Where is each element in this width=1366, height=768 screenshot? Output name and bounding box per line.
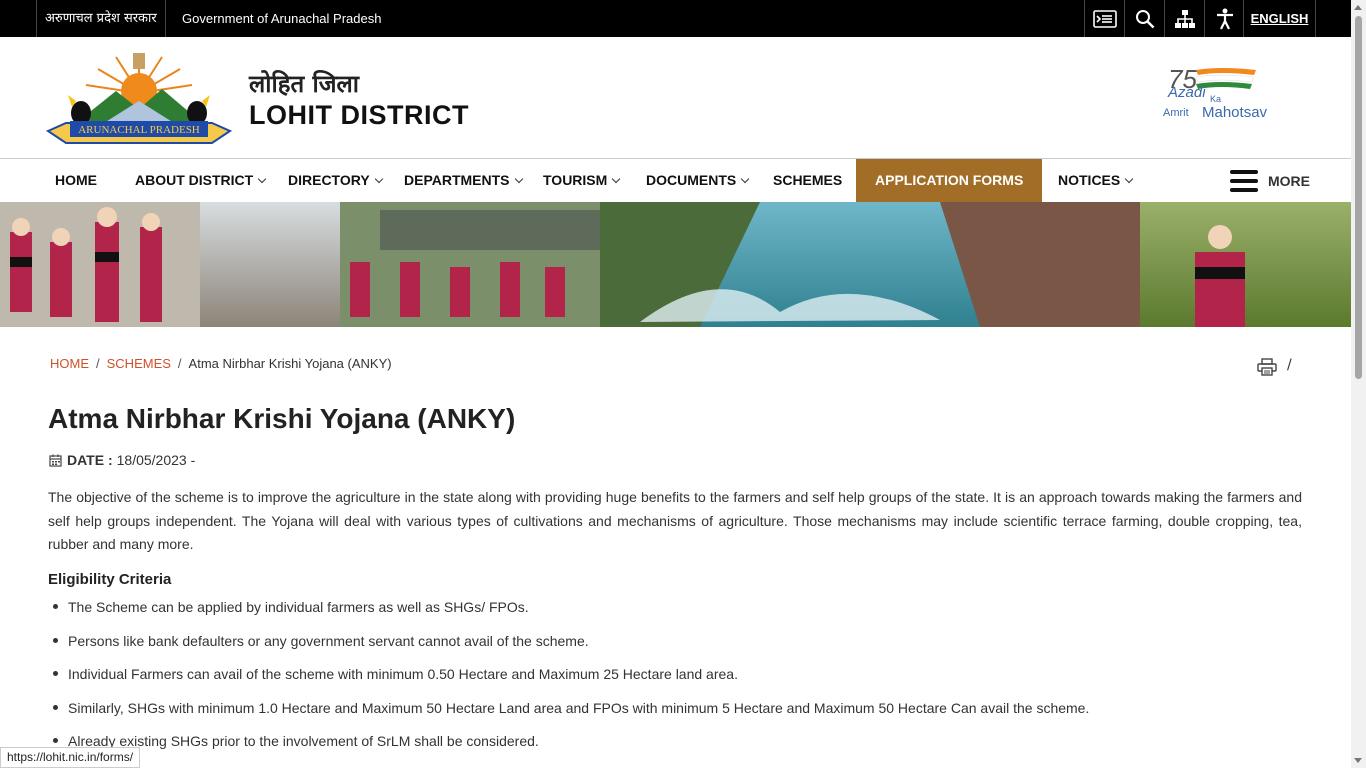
list-item: Persons like bank defaulters or any gove… (48, 631, 1308, 665)
mahotsav-text: Mahotsav (1202, 104, 1268, 121)
breadcrumb-separator: / (177, 356, 182, 371)
nav-schemes[interactable]: SCHEMES (773, 159, 842, 202)
nav-departments[interactable]: DEPARTMENTS (404, 159, 523, 202)
link-status-bar: https://lohit.nic.in/forms/ (0, 747, 141, 768)
eligibility-list: The Scheme can be applied by individual … (48, 597, 1308, 765)
sitemap-icon[interactable] (1164, 0, 1204, 37)
hamburger-icon (1230, 169, 1258, 192)
district-name-hindi: लोहित जिला (249, 70, 359, 98)
top-bar: अरुणाचल प्रदेश सरकार Government of Aruna… (0, 0, 1351, 37)
main-navigation: HOME ABOUT DISTRICT DIRECTORY DEPARTMENT… (0, 158, 1351, 202)
gov-english-link[interactable]: Government of Arunachal Pradesh (182, 0, 381, 37)
gov-hindi-link[interactable]: अरुणाचल प्रदेश सरकार (36, 0, 166, 37)
eligibility-heading: Eligibility Criteria (48, 571, 172, 588)
page-scrollbar[interactable] (1351, 0, 1366, 768)
date-label: DATE : (67, 452, 113, 468)
arunachal-emblem-logo[interactable]: ARUNACHAL PRADESH (45, 51, 233, 151)
nav-directory[interactable]: DIRECTORY (288, 159, 383, 202)
skip-to-content-icon[interactable] (1084, 0, 1124, 37)
district-name-english: LOHIT DISTRICT (249, 100, 469, 130)
nav-home[interactable]: HOME (55, 159, 97, 202)
ka-text: Ka (1210, 94, 1222, 104)
share-separator: / (1287, 357, 1292, 373)
publish-date: DATE : 18/05/2023 - (49, 452, 195, 468)
calendar-icon (49, 454, 62, 467)
page-title: Atma Nirbhar Krishi Yojana (ANKY) (48, 403, 516, 434)
nav-notices[interactable]: NOTICES (1058, 159, 1134, 202)
azadi-text: Azadi (1168, 84, 1206, 101)
nav-about-district[interactable]: ABOUT DISTRICT (135, 159, 267, 202)
list-item: The Scheme can be applied by individual … (48, 597, 1308, 631)
azadi-ka-amrit-mahotsav-logo[interactable]: 75 Azadi Ka Amrit Mahotsav (1160, 64, 1282, 126)
language-switch[interactable]: ENGLISH (1243, 0, 1316, 37)
nav-tourism[interactable]: TOURISM (543, 159, 621, 202)
nav-more-button[interactable]: MORE (1230, 159, 1310, 202)
emblem-label: ARUNACHAL PRADESH (78, 124, 200, 136)
accessibility-icon[interactable] (1204, 0, 1244, 37)
list-item: Individual Farmers can avail of the sche… (48, 664, 1308, 698)
breadcrumb-schemes[interactable]: SCHEMES (107, 356, 171, 371)
hero-banner-image (0, 202, 1351, 327)
breadcrumb-separator: / (96, 356, 100, 371)
site-header: ARUNACHAL PRADESH लोहित जिला LOHIT DISTR… (0, 37, 1351, 158)
chevron-down-icon (514, 174, 523, 184)
scroll-down-arrow-icon[interactable] (1354, 758, 1362, 763)
scrollbar-thumb[interactable] (1355, 16, 1362, 379)
nav-application-forms[interactable]: APPLICATION FORMS (856, 159, 1043, 202)
nav-documents[interactable]: DOCUMENTS (646, 159, 750, 202)
chevron-down-icon (257, 174, 267, 184)
print-icon[interactable] (1257, 358, 1277, 380)
nav-more-label: MORE (1268, 172, 1310, 189)
breadcrumb-home[interactable]: HOME (50, 356, 89, 371)
search-icon[interactable] (1124, 0, 1164, 37)
chevron-down-icon (740, 174, 750, 184)
date-value: 18/05/2023 - (116, 452, 196, 468)
amrit-text: Amrit (1163, 107, 1189, 119)
scheme-description: The objective of the scheme is to improv… (48, 489, 1302, 552)
list-item: Already existing SHGs prior to the invol… (48, 731, 1308, 765)
breadcrumb-current: Atma Nirbhar Krishi Yojana (ANKY) (188, 356, 392, 371)
chevron-down-icon (1124, 174, 1134, 184)
list-item: Similarly, SHGs with minimum 1.0 Hectare… (48, 698, 1308, 732)
breadcrumb: HOME / SCHEMES / Atma Nirbhar Krishi Yojana … (50, 356, 392, 371)
chevron-down-icon (612, 174, 621, 184)
scroll-up-arrow-icon[interactable] (1354, 5, 1362, 10)
chevron-down-icon (374, 174, 383, 184)
